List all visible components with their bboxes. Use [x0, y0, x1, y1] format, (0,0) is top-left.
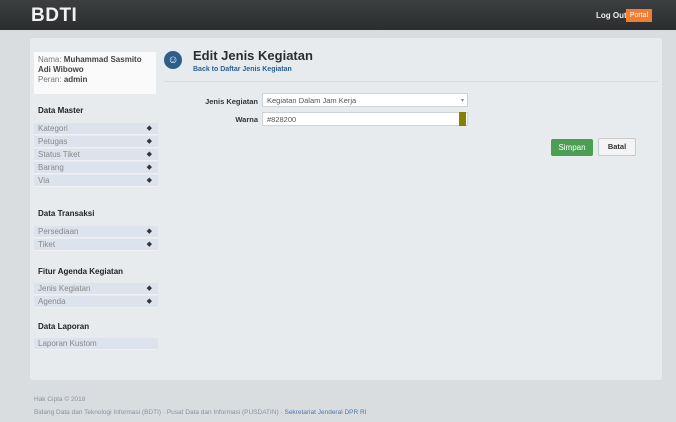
chevron-icon: ◆ — [146, 138, 152, 145]
portal-button[interactable]: Portal — [626, 9, 652, 22]
sidebar-item-tiket[interactable]: Tiket ◆ — [34, 239, 158, 251]
jenis-kegiatan-select[interactable]: Kegiatan Dalam Jam Kerja — [262, 93, 468, 107]
user-role: admin — [63, 75, 88, 84]
sidebar-item-label: Agenda — [38, 297, 66, 306]
cancel-button[interactable]: Batal — [598, 138, 636, 156]
save-button[interactable]: Simpan — [551, 139, 593, 156]
sidebar-item-barang[interactable]: Barang ◆ — [34, 162, 158, 174]
chevron-icon: ◆ — [146, 164, 152, 171]
sidebar-item-label: Persediaan — [38, 227, 79, 236]
dropdown-arrow-icon: ▾ — [461, 98, 465, 104]
chevron-icon: ◆ — [146, 298, 152, 305]
sidebar-section-title: Data Transaksi — [38, 209, 95, 218]
sidebar-item-status-tiket[interactable]: Status Tiket ◆ — [34, 149, 158, 161]
sidebar-item-label: Kategori — [38, 124, 68, 133]
sidebar-item-label: Barang — [38, 163, 64, 172]
sidebar-item-via[interactable]: Via ◆ — [34, 175, 158, 187]
sidebar-item-label: Petugas — [38, 137, 68, 146]
user-name-label: Nama: — [38, 55, 62, 64]
sidebar-item-label: Via — [38, 176, 50, 185]
chevron-icon: ◆ — [146, 241, 152, 248]
chevron-icon: ◆ — [146, 125, 152, 132]
sidebar-section-title: Data Laporan — [38, 322, 90, 331]
divider — [164, 81, 658, 82]
sidebar-section-title: Data Master — [38, 106, 84, 115]
chevron-icon: ◆ — [146, 151, 152, 158]
page-title: Edit Jenis Kegiatan — [193, 48, 313, 63]
user-info-box: Nama: Muhammad Sasmito Adi Wibowo Peran:… — [34, 52, 156, 94]
sidebar-item-agenda[interactable]: Agenda ◆ — [34, 296, 158, 308]
logout-link[interactable]: Log Out — [596, 11, 627, 20]
footer-org: Bidang Data dan Teknologi Informasi (BDT… — [34, 409, 367, 416]
sidebar-item-jenis-kegiatan[interactable]: Jenis Kegiatan ◆ — [34, 283, 158, 295]
sidebar-section-title: Fitur Agenda Kegiatan — [38, 267, 124, 276]
footer-org-link[interactable]: Sekretariat Jenderal DPR RI — [284, 409, 366, 416]
jenis-kegiatan-label: Jenis Kegiatan — [205, 97, 258, 106]
chevron-icon: ◆ — [146, 228, 152, 235]
user-role-label: Peran: — [38, 75, 62, 84]
color-swatch[interactable] — [459, 112, 466, 126]
brand-logo[interactable]: BDTI — [31, 5, 77, 27]
sidebar-item-label: Tiket — [38, 240, 56, 249]
sidebar-item-label: Jenis Kegiatan — [38, 284, 91, 293]
chevron-icon: ◆ — [146, 177, 152, 184]
top-navbar: BDTI Log Out Portal — [0, 0, 676, 30]
footer-copyright: Hak Cipta © 2018 — [34, 396, 86, 403]
sidebar-item-label: Laporan Kustom — [38, 339, 97, 348]
footer-org-text: Bidang Data dan Teknologi Informasi (BDT… — [34, 409, 283, 416]
sidebar-item-label: Status Tiket — [38, 150, 80, 159]
sidebar-item-kategori[interactable]: Kategori ◆ — [34, 123, 158, 135]
user-edit-icon: ☺ — [164, 51, 182, 69]
warna-label: Warna — [235, 115, 258, 124]
sidebar-item-laporan-kustom[interactable]: Laporan Kustom — [34, 338, 158, 350]
back-link[interactable]: Back to Daftar Jenis Kegiatan — [193, 66, 292, 73]
sidebar-item-persediaan[interactable]: Persediaan ◆ — [34, 226, 158, 238]
sidebar-item-petugas[interactable]: Petugas ◆ — [34, 136, 158, 148]
warna-input[interactable]: #828200 — [262, 112, 468, 126]
chevron-icon: ◆ — [146, 285, 152, 292]
